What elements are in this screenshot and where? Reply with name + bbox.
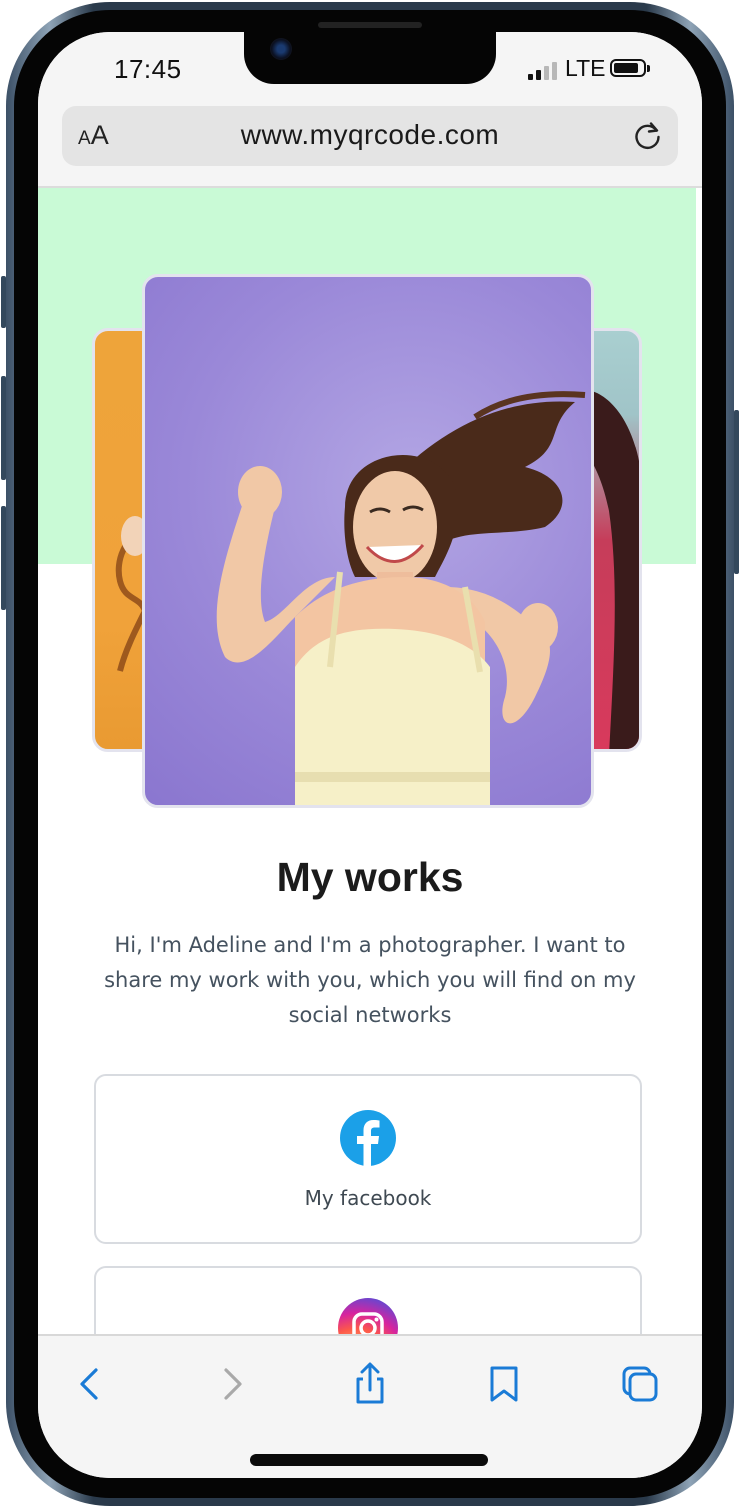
facebook-link-card[interactable]: My facebook <box>94 1074 642 1244</box>
signal-icon <box>528 62 558 80</box>
browser-address-area: AA www.myqrcode.com <box>38 104 702 188</box>
tabs-icon[interactable] <box>620 1362 660 1406</box>
status-bar: 17:45 LTE <box>38 32 702 104</box>
reload-icon[interactable] <box>632 120 664 152</box>
browser-toolbar <box>38 1334 702 1478</box>
facebook-link-label: My facebook <box>304 1186 432 1210</box>
battery-icon <box>610 59 650 77</box>
power-button <box>734 410 739 574</box>
page-description: Hi, I'm Adeline and I'm a photographer. … <box>104 933 636 1027</box>
forward-icon[interactable] <box>212 1362 252 1406</box>
url-text[interactable]: www.myqrcode.com <box>62 119 678 151</box>
home-indicator <box>250 1454 488 1466</box>
woman-dancing-illustration <box>216 391 586 805</box>
silent-switch <box>1 276 6 328</box>
front-camera <box>270 38 292 60</box>
address-bar[interactable]: AA www.myqrcode.com <box>62 106 678 166</box>
notch <box>244 32 496 84</box>
facebook-icon <box>340 1110 396 1166</box>
share-icon[interactable] <box>350 1362 390 1406</box>
back-icon[interactable] <box>70 1362 110 1406</box>
status-time: 17:45 <box>114 54 182 84</box>
phone-mockup: 17:45 LTE AA www.myqrcode.com My works H… <box>0 0 740 1510</box>
volume-up-button <box>1 376 6 480</box>
screen: 17:45 LTE AA www.myqrcode.com My works H… <box>38 32 702 1478</box>
page-content: My works Hi, I'm Adeline and I'm a photo… <box>38 188 702 1386</box>
bookmarks-icon[interactable] <box>484 1362 524 1406</box>
network-label: LTE <box>565 55 606 81</box>
page-title: My works <box>276 854 464 900</box>
gallery-photo-main[interactable] <box>142 274 594 808</box>
earpiece-speaker <box>318 22 422 28</box>
volume-down-button <box>1 506 6 610</box>
